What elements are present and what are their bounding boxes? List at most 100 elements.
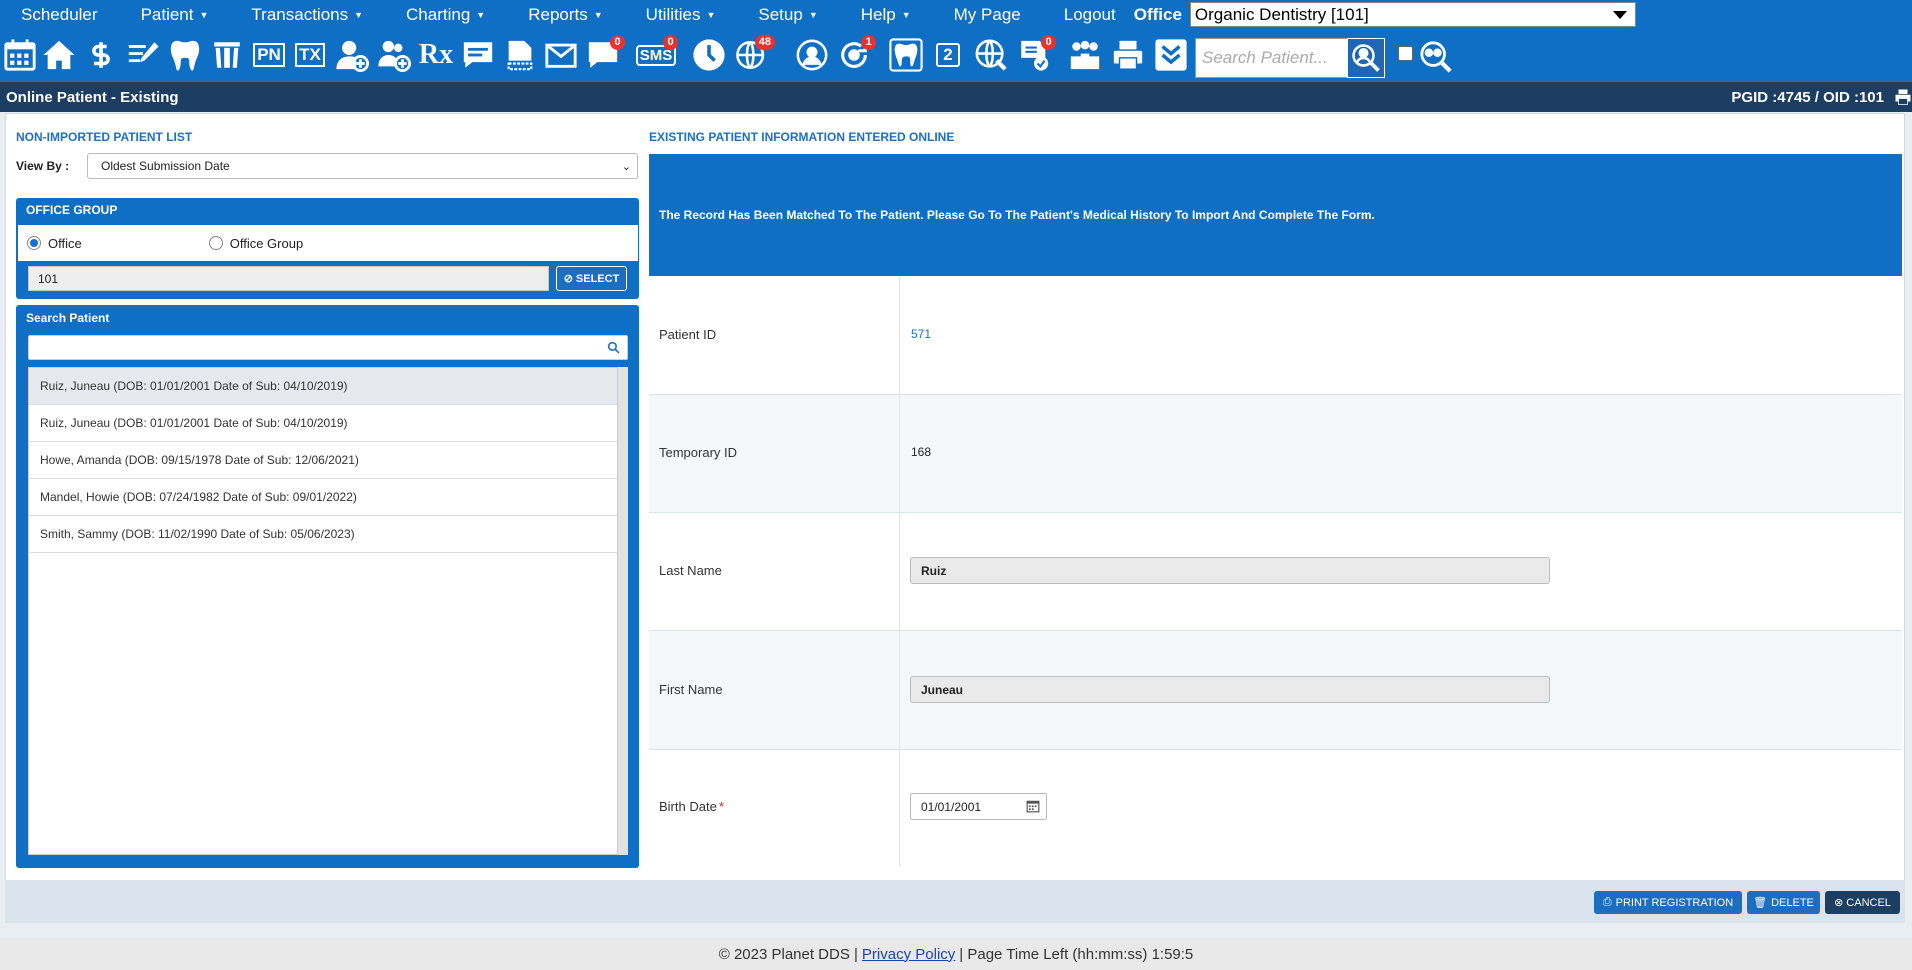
list-item[interactable]: Mandel, Howie (DOB: 07/24/1982 Date of S… [29,479,617,516]
select-button[interactable]: ⊘ SELECT [556,266,627,291]
patient-name: Smith, Sammy (DOB: 11/02/1990 Date of Su… [40,527,355,541]
group-search-icon[interactable] [1418,39,1454,75]
page-time-left: | Page Time Left (hh:mm:ss) 1:59:5 [959,945,1194,963]
sms-icon[interactable]: SMS 0 [635,35,678,73]
last-name-value: Ruiz [921,563,947,578]
patient-name: Mandel, Howie (DOB: 07/24/1982 Date of S… [40,490,357,504]
printer-icon[interactable] [1110,37,1146,73]
document-icon[interactable] [502,37,538,73]
group-icon[interactable] [1067,37,1103,73]
globe-users-icon[interactable]: 48 [735,35,775,73]
calendar-icon[interactable] [2,37,38,73]
treatment-icon[interactable]: TX [292,37,328,73]
tooth-chart-icon[interactable] [888,37,924,73]
last-name-label: Last Name [659,563,722,578]
radio-office-label: Office [48,235,82,251]
calendar-icon[interactable] [1026,799,1040,813]
home-icon[interactable] [41,37,77,73]
delete-label: DELETE [1771,896,1814,909]
rx-text: Rx [418,39,454,70]
prescription-icon[interactable]: Rx [418,37,454,73]
email-icon[interactable] [543,37,579,73]
edit-notes-icon[interactable] [125,37,161,73]
birth-date-label: Birth Date * [659,799,724,814]
birth-date-row: Birth Date * 01/01/2001 [649,750,1902,866]
billing-icon[interactable] [83,37,119,73]
caret-down-icon: ▼ [354,10,364,21]
chat-icon[interactable]: 0 [585,35,625,73]
patient-list-scrollbar[interactable] [618,367,628,855]
search-patient-placeholder: Search Patient... [1202,48,1328,67]
menu-utilities[interactable]: Utilities ▼ [646,5,716,25]
first-name-value: Juneau [921,682,964,697]
menu-charting[interactable]: Charting ▼ [406,5,485,25]
list-item[interactable]: Smith, Sammy (DOB: 11/02/1990 Date of Su… [29,516,617,553]
cancel-circle-icon: ⊗ [1834,897,1844,909]
menu-setup[interactable]: Setup ▼ [758,5,817,25]
search-icon [607,341,620,354]
delete-button[interactable]: 🗑 DELETE [1747,891,1820,914]
menu-logout[interactable]: Logout [1064,5,1116,25]
print-icon[interactable] [1894,88,1912,106]
menu-reports[interactable]: Reports ▼ [528,5,602,25]
select-button-label: SELECT [575,272,620,285]
add-patient-icon[interactable] [334,37,370,73]
message-icon[interactable] [460,37,496,73]
progress-notes-icon[interactable]: PN [251,37,287,73]
main-menu-bar: Scheduler Patient ▼ Transactions ▼ Chartin… [0,0,1912,29]
more-icon[interactable] [1153,37,1189,73]
patient-name: Howe, Amanda (DOB: 09/15/1978 Date of Su… [40,453,359,467]
tx-text: TX [295,43,325,67]
office-select-value: Organic Dentistry [101] [1194,4,1369,24]
patient-search-field[interactable] [28,335,628,360]
pn-text: PN [253,43,285,67]
patient-name: Ruiz, Juneau (DOB: 01/01/2001 Date of Su… [40,416,348,430]
last-name-field[interactable]: Ruiz [910,557,1550,584]
cancel-label: CANCEL [1846,896,1891,909]
print-registration-button[interactable]: ⎙ PRINT REGISTRATION [1594,891,1742,914]
radio-office-group[interactable] [208,236,223,250]
menu-my-page[interactable]: My Page [954,5,1021,25]
tooth-two-icon[interactable]: 2 [930,37,966,73]
existing-info-title: EXISTING PATIENT INFORMATION ENTERED ONL… [649,130,955,144]
clock-icon[interactable] [691,37,727,73]
office-radio-row: Office Office Group [18,225,638,261]
web-icon[interactable] [973,37,1009,73]
list-item[interactable]: Ruiz, Juneau (DOB: 01/01/2001 Date of Su… [29,405,617,442]
globe-badge: 48 [754,35,775,50]
cancel-button[interactable]: ⊗ CANCEL [1825,891,1900,914]
birth-date-field[interactable]: 01/01/2001 [910,793,1047,820]
print-registration-label: PRINT REGISTRATION [1615,896,1734,909]
list-item[interactable]: Ruiz, Juneau (DOB: 01/01/2001 Date of Su… [29,368,617,405]
last-name-row: Last Name Ruiz [649,513,1902,631]
privacy-policy-link[interactable]: Privacy Policy [862,946,955,963]
radio-office[interactable] [27,236,41,250]
list-item[interactable]: Howe, Amanda (DOB: 09/15/1978 Date of Su… [29,442,617,479]
patient-id-link[interactable]: 571 [911,327,931,341]
menu-help[interactable]: Help ▼ [861,5,911,25]
menu-scheduler[interactable]: Scheduler [21,5,98,25]
teeth-chart-icon[interactable] [209,37,245,73]
office-value-field[interactable]: 101 [28,266,549,291]
toolbar-checkbox[interactable] [1398,46,1413,61]
online-support-icon[interactable] [794,37,830,73]
pgid-oid: PGID :4745 / OID :101 [1731,88,1884,106]
temp-id-label: Temporary ID [659,445,738,460]
office-value: 101 [38,271,59,286]
menu-patient[interactable]: Patient ▼ [141,5,209,25]
sync-icon[interactable]: 1 [836,35,876,73]
chevron-down-icon: ⌄ [621,160,631,173]
view-by-select[interactable]: Oldest Submission Date ⌄ [87,153,638,179]
tooth-icon[interactable] [167,37,203,73]
two-text: 2 [936,43,960,67]
add-family-icon[interactable] [376,37,412,73]
first-name-field[interactable]: Juneau [910,676,1550,703]
radio-office-group-label: Office Group [229,235,304,251]
page-footer: © 2023 Planet DDS | Privacy Policy | Pag… [0,938,1912,970]
office-select[interactable]: Organic Dentistry [101] [1189,2,1636,27]
search-patient-button[interactable] [1347,38,1385,78]
menu-transactions[interactable]: Transactions ▼ [251,5,363,25]
sync-badge: 1 [861,35,876,50]
trash-icon: 🗑 [1753,897,1768,909]
forms-icon[interactable]: 0 [1016,35,1056,73]
